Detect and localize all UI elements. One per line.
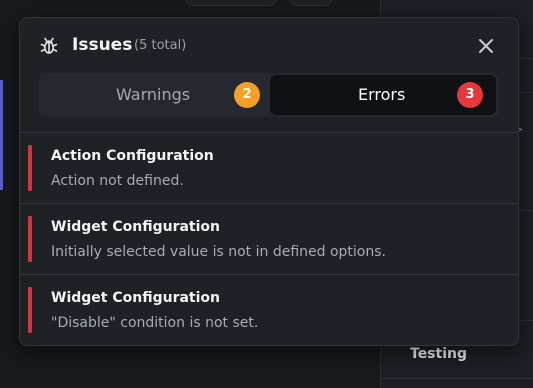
panel-title: Issues: [72, 35, 133, 55]
issues-header: Issues (5 total): [20, 18, 518, 74]
tab-label: Warnings: [116, 85, 191, 104]
warning-count-badge: 2: [234, 82, 260, 108]
issue-title: Action Configuration: [51, 148, 214, 164]
error-severity-bar: [28, 287, 32, 333]
tab-label: Errors: [358, 85, 406, 104]
issue-type-tabs: Warnings 2 Errors 3: [39, 73, 499, 117]
tab-errors[interactable]: Errors 3: [270, 75, 496, 115]
bug-icon: [40, 37, 58, 54]
list-item[interactable]: Widget Configuration "Disable" condition…: [20, 274, 518, 345]
issue-description: Action not defined.: [51, 173, 184, 189]
error-count-badge: 3: [457, 82, 483, 108]
background-divider: [380, 378, 533, 379]
background-section-label[interactable]: Testing: [410, 346, 467, 362]
list-item[interactable]: Widget Configuration Initially selected …: [20, 203, 518, 274]
issue-total-count: (5 total): [134, 38, 187, 53]
background-top-pill: [290, 0, 332, 6]
background-left-accent: [0, 80, 3, 190]
close-icon[interactable]: [476, 36, 496, 56]
issue-description: "Disable" condition is not set.: [51, 315, 259, 331]
list-item[interactable]: Action Configuration Action not defined.: [20, 132, 518, 203]
issue-list: Action Configuration Action not defined.…: [20, 132, 518, 345]
issues-popover: Issues (5 total) Warnings 2 Errors 3 Act…: [19, 17, 519, 346]
background-top-pill: [185, 0, 277, 6]
error-severity-bar: [28, 145, 32, 191]
error-severity-bar: [28, 216, 32, 262]
tab-warnings[interactable]: Warnings 2: [39, 73, 269, 117]
issue-title: Widget Configuration: [51, 219, 220, 235]
issue-title: Widget Configuration: [51, 290, 220, 306]
issue-description: Initially selected value is not in defin…: [51, 244, 386, 260]
